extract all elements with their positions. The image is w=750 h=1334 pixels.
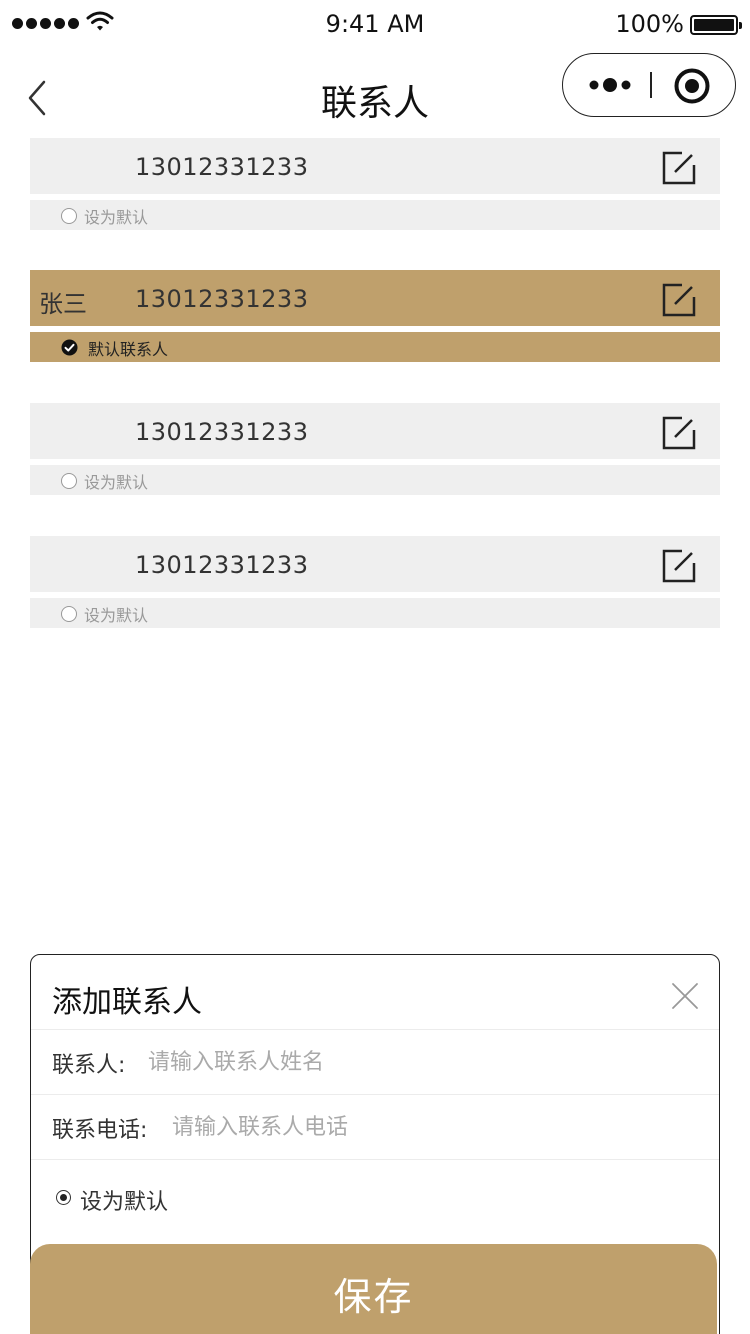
contact-phone: 13012331233 [135,285,309,313]
contact-phone-input[interactable] [172,1107,632,1147]
contact-phone: 13012331233 [135,153,309,181]
capsule-divider [650,72,652,98]
contact-card[interactable]: 13012331233 设为默认 [30,403,720,495]
contact-name-row: 联系人: [31,1029,719,1094]
set-default-row[interactable]: 设为默认 [30,465,720,495]
selected-radio-icon[interactable] [56,1190,71,1205]
mini-program-capsule [562,53,736,117]
contacts-page: 9:41 AM 100% 联系人 13012331233 设为默认 张三 130… [0,0,750,1334]
contact-card[interactable]: 13012331233 设为默认 [30,536,720,628]
set-default-option[interactable]: 设为默认 [31,1159,719,1229]
edit-icon[interactable] [661,282,697,318]
contact-name: 张三 [39,290,87,318]
more-icon[interactable] [589,76,631,94]
contact-phone: 13012331233 [135,418,309,446]
contact-name-input[interactable] [148,1042,608,1082]
contact-card-default[interactable]: 张三 13012331233 默认联系人 [30,270,720,362]
contact-info-row[interactable]: 13012331233 [30,536,720,592]
contact-info-row[interactable]: 张三 13012331233 [30,270,720,326]
set-default-row[interactable]: 设为默认 [30,200,720,230]
navigation-bar: 联系人 [0,50,750,138]
checked-circle-icon [61,339,78,356]
contact-card[interactable]: 13012331233 设为默认 [30,138,720,230]
contact-phone-label: 联系电话: [52,1118,148,1143]
set-default-label: 设为默认 [84,606,149,625]
contact-info-row[interactable]: 13012331233 [30,138,720,194]
status-bar: 9:41 AM 100% [0,0,750,50]
set-default-option-label: 设为默认 [80,1190,169,1215]
set-default-row[interactable]: 设为默认 [30,598,720,628]
edit-icon[interactable] [661,548,697,584]
unchecked-radio-icon[interactable] [61,606,77,622]
contact-name-label: 联系人: [52,1053,126,1078]
contact-info-row[interactable]: 13012331233 [30,403,720,459]
battery-percentage: 100% [615,10,684,38]
edit-icon[interactable] [661,415,697,451]
set-default-label: 设为默认 [84,473,149,492]
add-contact-title: 添加联系人 [52,985,202,1020]
edit-icon[interactable] [661,150,697,186]
battery-icon [690,15,742,35]
contact-phone-row: 联系电话: [31,1094,719,1159]
default-contact-label: 默认联系人 [88,340,169,359]
unchecked-radio-icon[interactable] [61,208,77,224]
save-button[interactable]: 保存 [30,1244,717,1334]
contact-phone: 13012331233 [135,551,309,579]
set-default-label: 设为默认 [84,208,149,227]
add-contact-panel: 添加联系人 联系人: 联系电话: 设为默认 保存 [30,954,720,1334]
close-icon[interactable] [671,982,699,1010]
close-mini-program-icon[interactable] [673,67,711,105]
default-contact-row: 默认联系人 [30,332,720,362]
unchecked-radio-icon[interactable] [61,473,77,489]
